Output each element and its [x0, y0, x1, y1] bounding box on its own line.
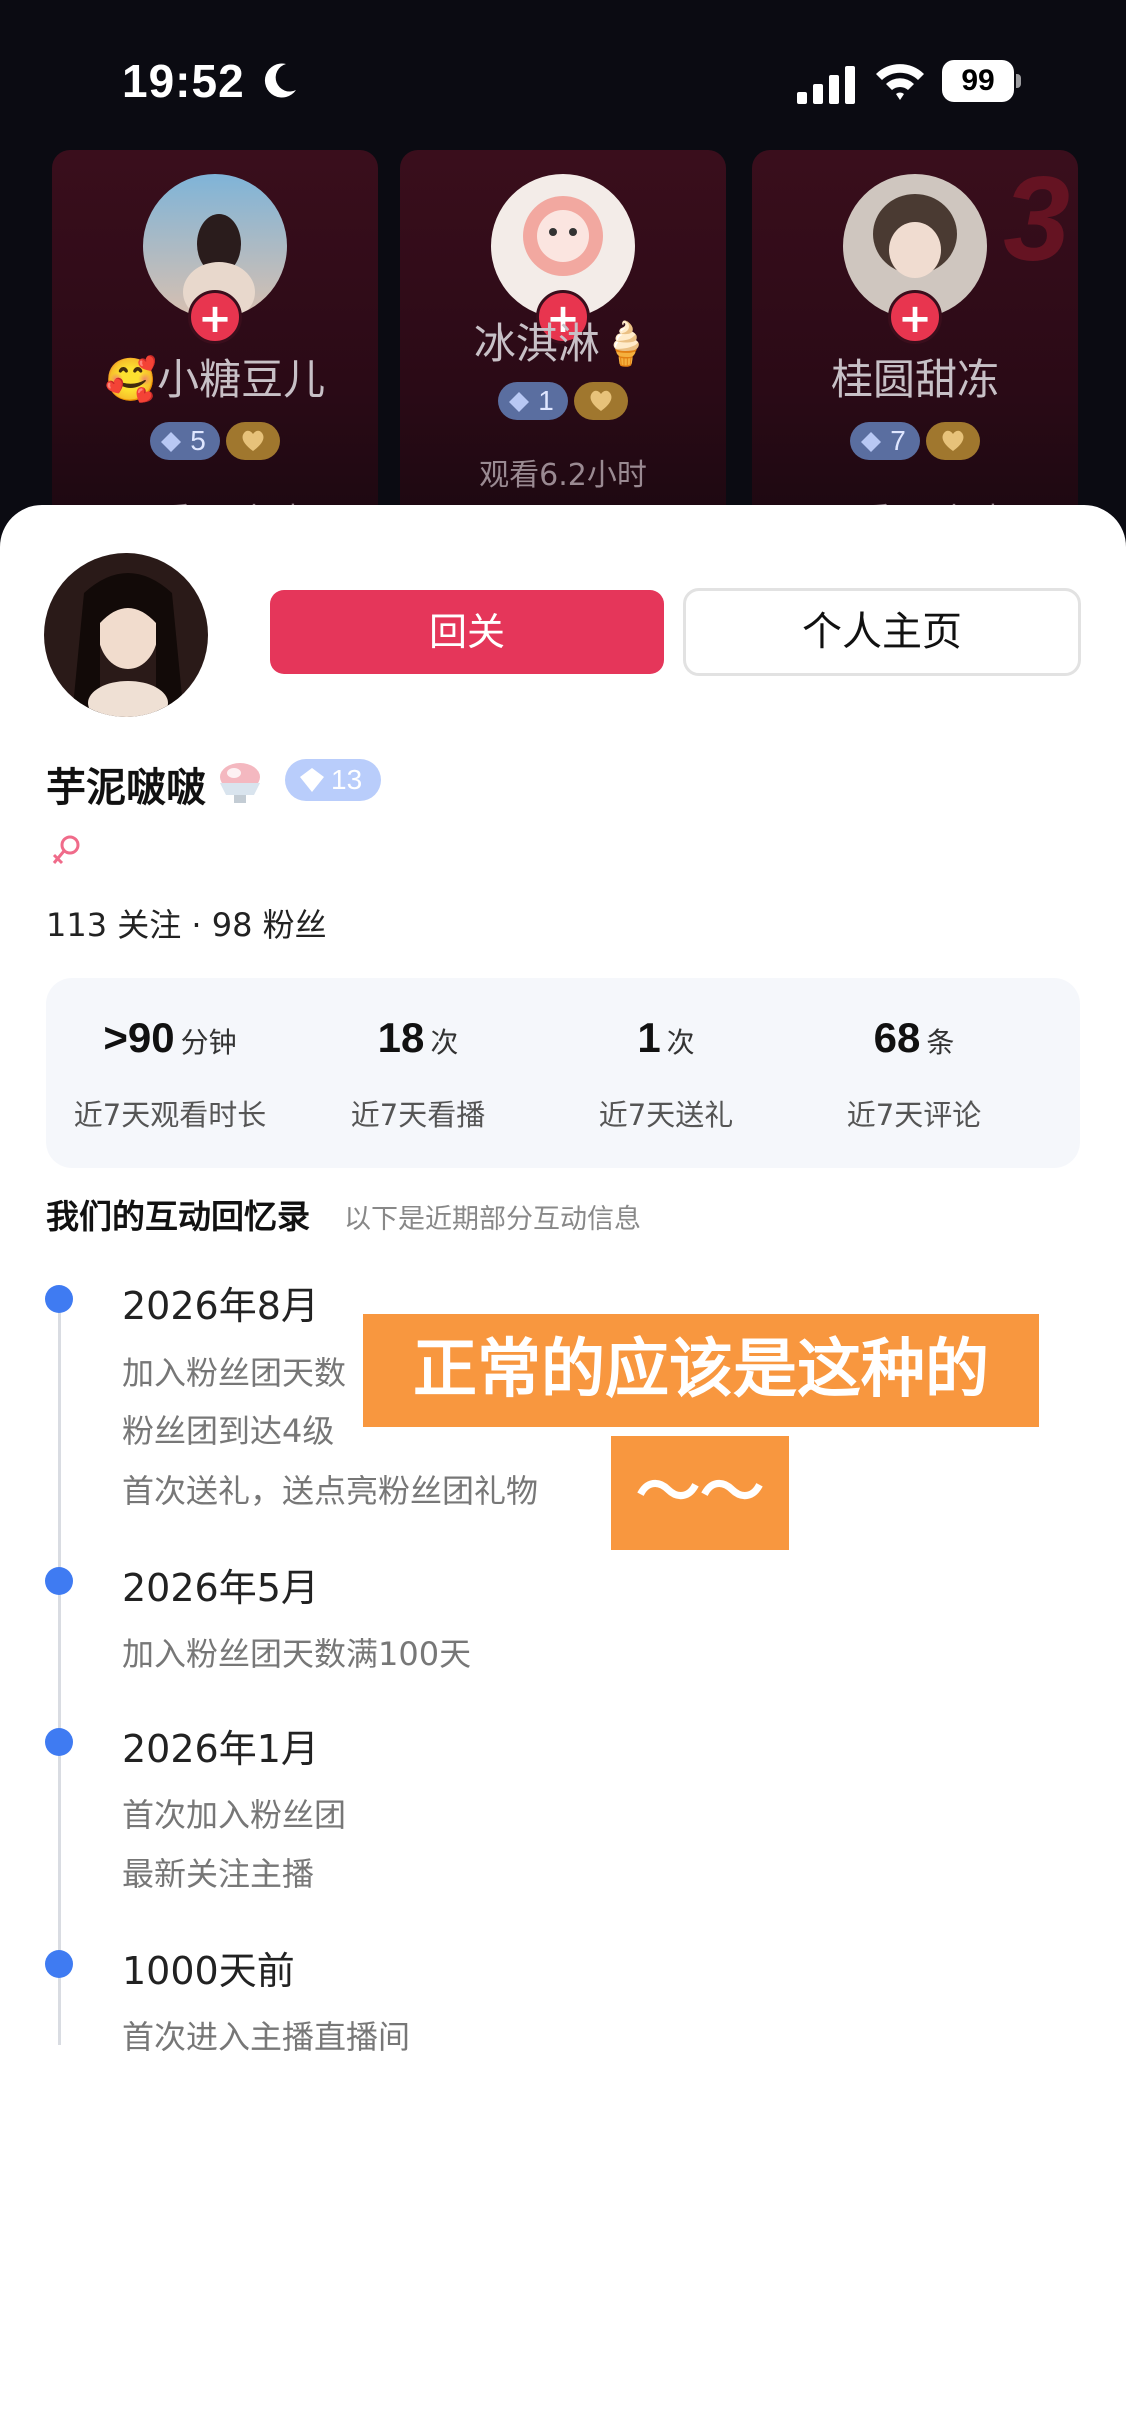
timeline-date: 2026年8月 — [122, 1284, 319, 1328]
level-badge: 1 — [498, 382, 568, 420]
follow-back-button[interactable]: 回关 — [270, 590, 664, 674]
timeline-item: 加入粉丝团天数 — [122, 1354, 347, 1392]
timeline-dot — [45, 1728, 73, 1756]
stat-watch-time: >90 分钟 近7天观看时长 — [73, 1014, 267, 1132]
ranking-badges: 1 — [400, 382, 726, 420]
top-ranking-area: 19:52 99 + 🥰小糖豆儿 5 + 冰淇淋🍦 1 观看6.2小时 3 + … — [0, 0, 1126, 560]
diamond-icon — [161, 432, 182, 452]
moon-icon — [264, 63, 296, 98]
ranking-name: 🥰小糖豆儿 — [104, 355, 326, 404]
fan-club-heart-icon — [225, 422, 280, 460]
profile-homepage-button[interactable]: 个人主页 — [683, 588, 1081, 676]
diamond-icon — [300, 768, 324, 792]
timeline-item: 粉丝团到达4级 — [122, 1412, 335, 1450]
timeline-dot — [45, 1567, 73, 1595]
stat-comment-count: 68 条 近7天评论 — [846, 1014, 982, 1132]
timeline-item: 最新关注主播 — [122, 1855, 315, 1893]
ranking-card[interactable]: + 冰淇淋🍦 1 观看6.2小时 — [400, 150, 726, 550]
timeline-line — [58, 1300, 61, 2045]
interaction-stats-panel: >90 分钟 近7天观看时长 18 次 近7天看播 1次 近7天送礼 68 条 近7天… — [46, 978, 1080, 1168]
level-badge: 5 — [150, 422, 220, 460]
status-time: 19:52 — [122, 55, 245, 107]
follow-plus-button[interactable]: + — [888, 290, 942, 344]
shaved-ice-icon — [220, 763, 260, 803]
fan-club-heart-icon — [573, 382, 628, 420]
stat-view-count: 18 次 近7天看播 — [350, 1014, 486, 1132]
fan-club-heart-icon — [925, 422, 980, 460]
timeline-date: 1000天前 — [122, 1949, 295, 1993]
wifi-icon — [876, 64, 924, 100]
profile-avatar[interactable] — [44, 553, 208, 717]
ranking-badges: 7 — [752, 422, 1078, 460]
timeline-dot — [45, 1285, 73, 1313]
timeline-item: 首次加入粉丝团 — [122, 1796, 347, 1834]
ranking-card[interactable]: 3 + 桂圆甜冻 7 观看6.2小时 — [752, 150, 1078, 550]
diamond-icon — [509, 392, 530, 412]
memories-subtitle: 以下是近期部分互动信息 — [344, 1204, 641, 1235]
watch-duration: 观看6.2小时 — [479, 458, 647, 493]
timeline-item: 首次送礼，送点亮粉丝团礼物 — [122, 1472, 539, 1510]
user-level-badge: 13 — [285, 759, 381, 801]
stat-gift-count: 1次 近7天送礼 — [598, 1014, 734, 1132]
ranking-name: 冰淇淋🍦 — [473, 319, 653, 368]
ranking-card[interactable]: + 🥰小糖豆儿 5 观看6.2小时 — [52, 150, 378, 550]
timeline-dot — [45, 1950, 73, 1978]
user-profile-sheet: 回关 个人主页 芋泥啵啵 13 113 关注 · 98 粉丝 >90 分钟 近7天… — [0, 505, 1126, 2436]
ranking-name: 桂圆甜冻 — [830, 355, 999, 404]
timeline-date: 2026年1月 — [122, 1727, 319, 1771]
timeline-date: 2026年5月 — [122, 1566, 319, 1610]
memories-title: 我们的互动回忆录 — [46, 1197, 310, 1236]
annotation-caption: 正常的应该是这种的 — [363, 1314, 1039, 1427]
battery-icon: 99 — [942, 60, 1021, 102]
battery-level: 99 — [942, 60, 1014, 102]
follow-stats[interactable]: 113 关注 · 98 粉丝 — [46, 900, 327, 946]
diamond-icon — [861, 432, 882, 452]
annotation-caption: ～～ — [611, 1436, 789, 1550]
level-badge: 7 — [850, 422, 920, 460]
follow-plus-button[interactable]: + — [188, 290, 242, 344]
female-gender-icon — [52, 835, 80, 865]
timeline-item: 加入粉丝团天数满100天 — [122, 1635, 472, 1673]
signal-icon — [797, 66, 855, 104]
status-bar: 19:52 99 — [0, 40, 1126, 120]
rank-number: 3 — [1003, 152, 1070, 286]
username: 芋泥啵啵 — [46, 765, 206, 811]
timeline-item: 首次进入主播直播间 — [122, 2018, 411, 2056]
ranking-badges: 5 — [52, 422, 378, 460]
